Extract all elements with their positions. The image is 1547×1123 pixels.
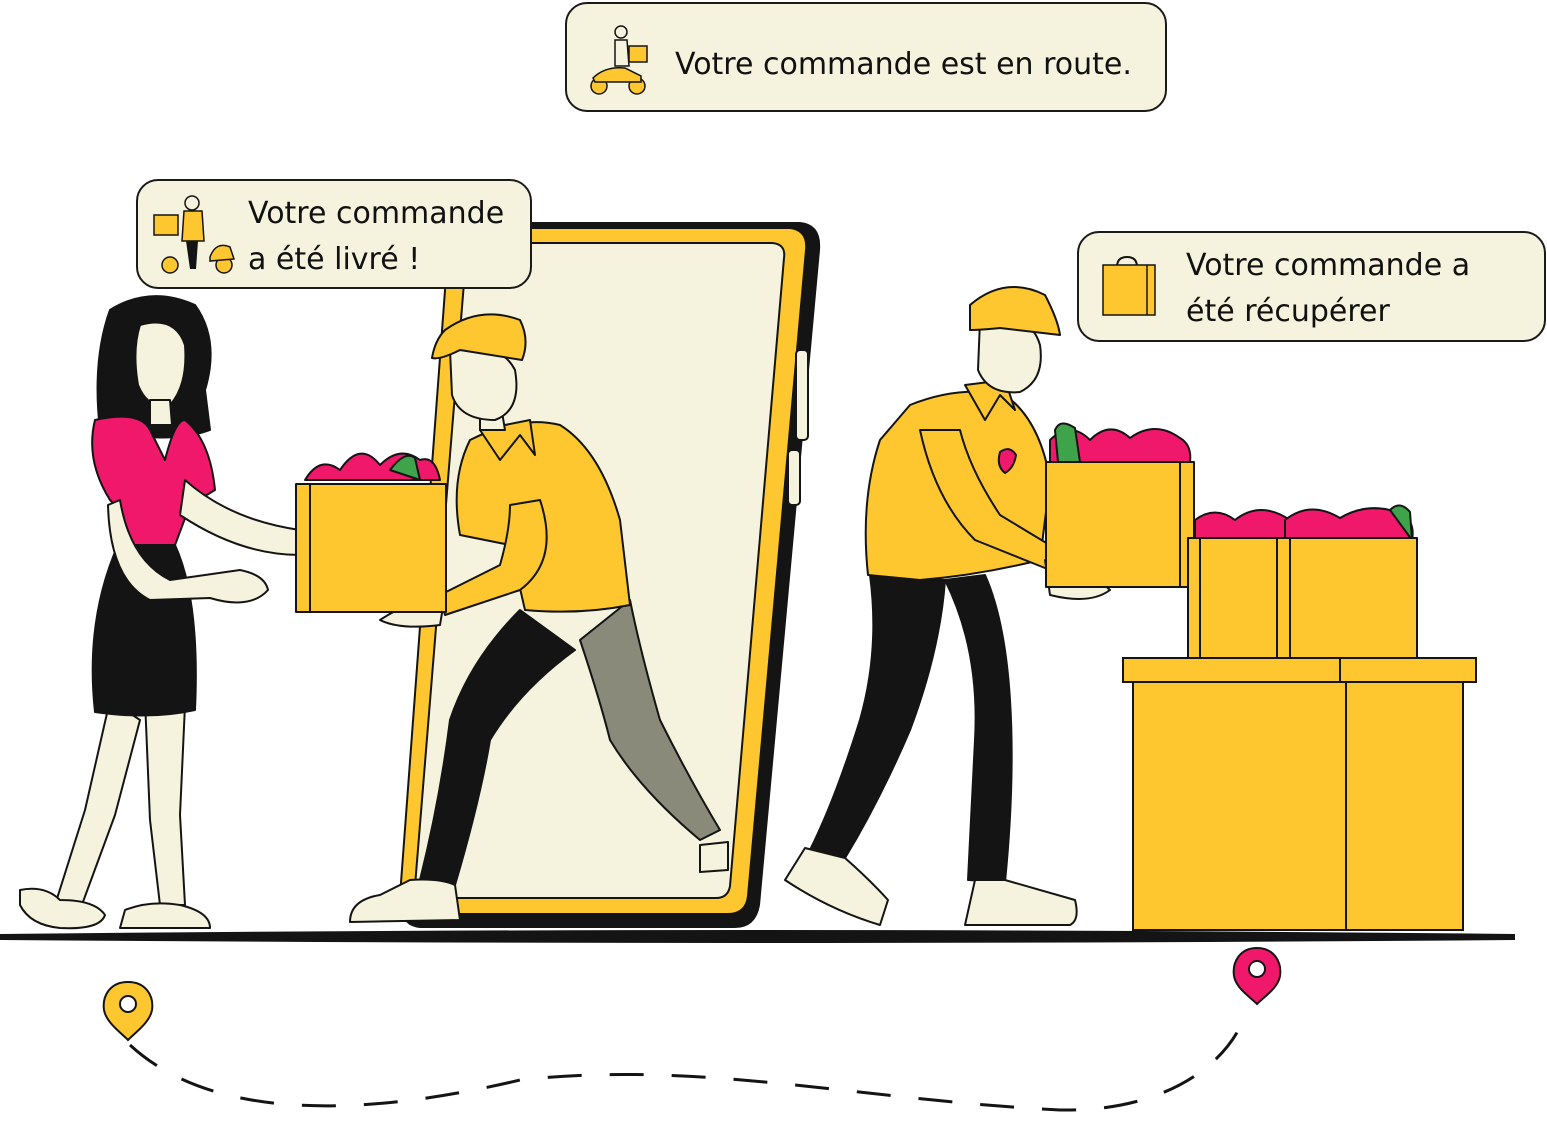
ground-line [0, 930, 1515, 943]
bubble-text: Votre commande a été livré ! [248, 191, 504, 283]
grocery-bag [295, 452, 447, 613]
map-pin-icon [1232, 946, 1282, 1006]
scooter-courier-icon [590, 25, 648, 95]
route-dashed-path [128, 1014, 1247, 1112]
bubble-text-line-2: a été livré ! [248, 242, 421, 277]
status-bubble-delivered: Votre commande a été livré ! [136, 179, 532, 289]
courier-picking-up [784, 286, 1111, 926]
map-pin-icon [102, 980, 154, 1042]
delivery-illustration [0, 222, 1515, 1112]
bubble-text: Votre commande est en route. [675, 47, 1132, 82]
status-bubble-picked-up: Votre commande a été récupérer [1077, 231, 1546, 342]
bubble-text-line-2: été récupérer [1186, 294, 1390, 329]
bubble-text: Votre commande a été récupérer [1186, 243, 1470, 335]
cardboard-box [1122, 657, 1477, 931]
bubble-text-line-1: Votre commande a [1186, 248, 1471, 283]
shopping-bag-icon [1102, 255, 1156, 316]
status-bubble-en-route: Votre commande est en route. [565, 2, 1167, 112]
bubble-text-line-1: Votre commande [248, 196, 505, 231]
customer-woman [19, 295, 301, 930]
grocery-bag [1276, 504, 1418, 659]
courier-with-scooter-icon [153, 195, 236, 274]
grocery-bag [1045, 422, 1195, 588]
